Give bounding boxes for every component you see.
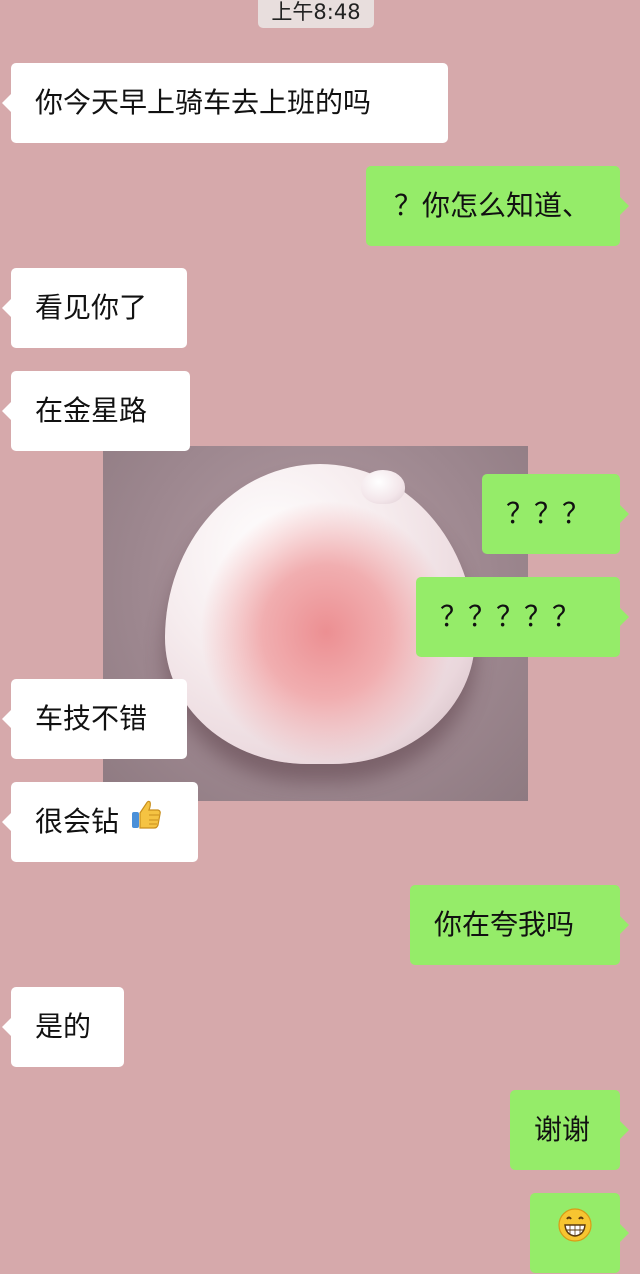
message-bubble-incoming[interactable]: 在金星路 xyxy=(2,371,190,451)
message-bubble-outgoing[interactable]: ？？？？？ xyxy=(416,577,629,657)
message-text: 在金星路 xyxy=(35,394,148,427)
message-bubble-incoming[interactable]: 很会钻 xyxy=(2,782,198,863)
grinning-face-icon xyxy=(557,1194,593,1274)
message-bubble-incoming[interactable]: 车技不错 xyxy=(2,679,187,759)
message-bubble-outgoing[interactable]: 谢谢 xyxy=(510,1090,629,1170)
message-bubble-outgoing[interactable] xyxy=(530,1193,629,1274)
message-bubble-outgoing[interactable]: ？你怎么知道、 xyxy=(366,166,629,246)
message-text: 很会钻 xyxy=(35,805,120,838)
message-bubble-incoming[interactable]: 看见你了 xyxy=(2,268,187,348)
thumbs-up-icon xyxy=(128,783,164,863)
message-text: 谢谢 xyxy=(534,1113,591,1146)
message-text: 你今天早上骑车去上班的吗 xyxy=(35,86,372,119)
message-text: 是的 xyxy=(35,1010,92,1043)
message-text: ？？？？？ xyxy=(440,600,581,633)
message-bubble-incoming[interactable]: 你今天早上骑车去上班的吗 xyxy=(2,63,448,143)
message-text: 你在夸我吗 xyxy=(434,908,575,941)
message-text: ？？？ xyxy=(506,497,591,530)
message-bubble-outgoing[interactable]: 你在夸我吗 xyxy=(410,885,629,965)
message-text: 车技不错 xyxy=(35,702,148,735)
message-text: 看见你了 xyxy=(35,291,148,324)
message-timestamp: 上午8:48 xyxy=(258,0,374,28)
peach-bun-tip xyxy=(361,470,405,504)
message-bubble-outgoing[interactable]: ？？？ xyxy=(482,474,629,554)
message-bubble-incoming[interactable]: 是的 xyxy=(2,987,124,1067)
message-text: ？你怎么知道、 xyxy=(394,189,591,222)
